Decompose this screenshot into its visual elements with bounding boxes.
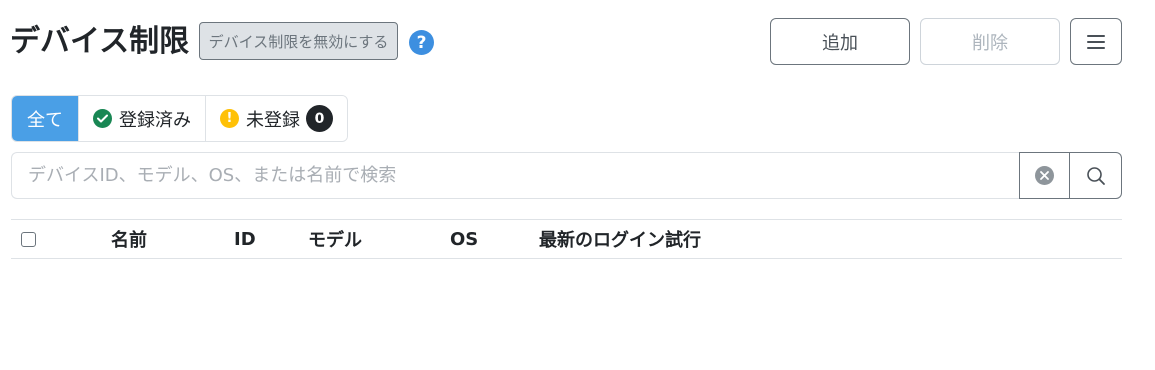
clear-icon [1035,166,1054,185]
hamburger-menu-icon [1087,34,1105,49]
table-header: 名前 ID モデル OS 最新のログイン試行 [11,219,1122,259]
page-title: デバイス制限 [10,24,190,59]
check-circle-icon [93,109,112,128]
unregistered-count-badge: 0 [306,105,333,132]
search-input[interactable] [11,152,1019,199]
column-header-name[interactable]: 名前 [111,220,147,258]
column-header-os[interactable]: OS [450,220,478,258]
search-bar [11,152,1122,199]
filter-tab-registered-label: 登録済み [119,109,191,131]
menu-button[interactable] [1070,18,1122,65]
filter-tab-registered[interactable]: 登録済み [79,96,206,141]
filter-tab-group: 全て 登録済み ! 未登録 0 [11,95,348,142]
add-button[interactable]: 追加 [770,18,910,65]
column-header-last-login[interactable]: 最新のログイン試行 [539,220,701,258]
column-header-id[interactable]: ID [234,220,256,258]
filter-tab-unregistered[interactable]: ! 未登録 0 [206,96,347,141]
delete-button[interactable]: 削除 [920,18,1060,65]
column-header-model[interactable]: モデル [308,220,362,258]
search-icon [1086,166,1105,185]
clear-search-button[interactable] [1019,152,1070,199]
filter-tab-all-label: 全て [27,109,63,131]
help-icon[interactable]: ? [409,30,434,55]
select-all-checkbox[interactable] [21,232,36,247]
filter-tab-all[interactable]: 全て [12,96,79,141]
filter-tab-unregistered-label: 未登録 [246,109,300,131]
warning-circle-icon: ! [220,109,239,128]
search-button[interactable] [1070,152,1122,199]
disable-device-restriction-button[interactable]: デバイス制限を無効にする [199,22,398,60]
